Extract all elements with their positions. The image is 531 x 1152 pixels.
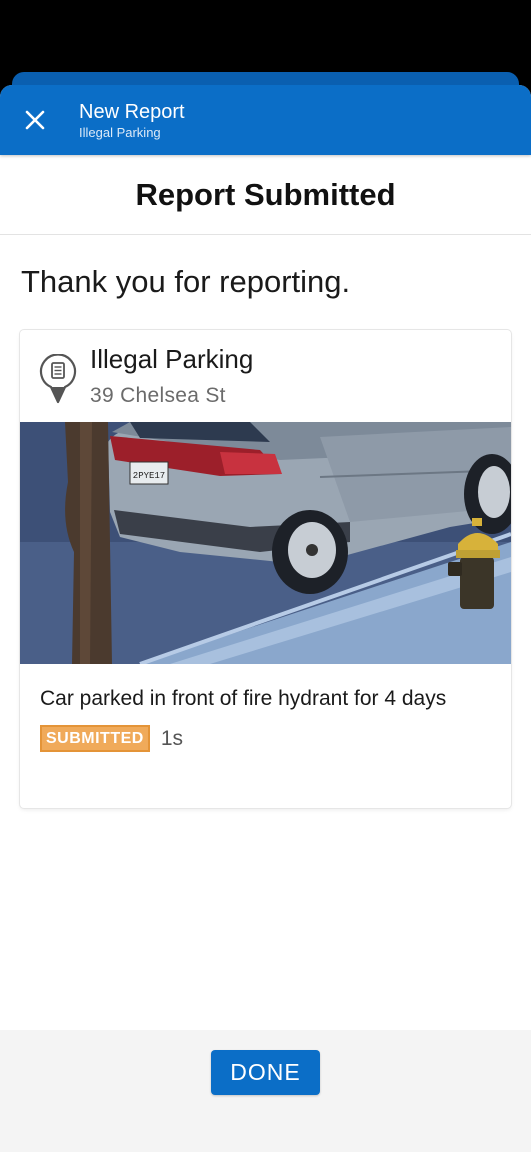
close-button[interactable] <box>0 85 70 155</box>
nav-bar: New Report Illegal Parking <box>0 85 531 155</box>
svg-text:2PYE17: 2PYE17 <box>133 471 165 481</box>
report-card[interactable]: Illegal Parking 39 Chelsea St 2PYE17 Car… <box>20 330 511 808</box>
page-header: Report Submitted <box>0 155 531 235</box>
nav-subtitle: Illegal Parking <box>79 124 161 140</box>
thank-you-message: Thank you for reporting. <box>21 264 351 299</box>
footer: DONE <box>0 1030 531 1152</box>
report-photo: 2PYE17 <box>20 422 511 664</box>
status-badge: SUBMITTED <box>40 725 150 752</box>
report-description: Car parked in front of fire hydrant for … <box>40 687 447 710</box>
nav-titles: New Report Illegal Parking <box>79 100 185 141</box>
report-category: Illegal Parking <box>90 344 254 374</box>
nav-title: New Report <box>79 100 185 123</box>
done-button[interactable]: DONE <box>211 1050 320 1095</box>
elapsed-time: 1s <box>160 726 184 750</box>
document-pin-icon <box>39 354 77 404</box>
close-icon <box>25 110 45 130</box>
page-title: Report Submitted <box>135 176 396 212</box>
screen: New Report Illegal Parking Report Submit… <box>0 0 531 1152</box>
status-row: SUBMITTED 1s <box>20 713 511 752</box>
report-address: 39 Chelsea St <box>90 384 226 407</box>
card-header: Illegal Parking 39 Chelsea St <box>20 330 511 422</box>
